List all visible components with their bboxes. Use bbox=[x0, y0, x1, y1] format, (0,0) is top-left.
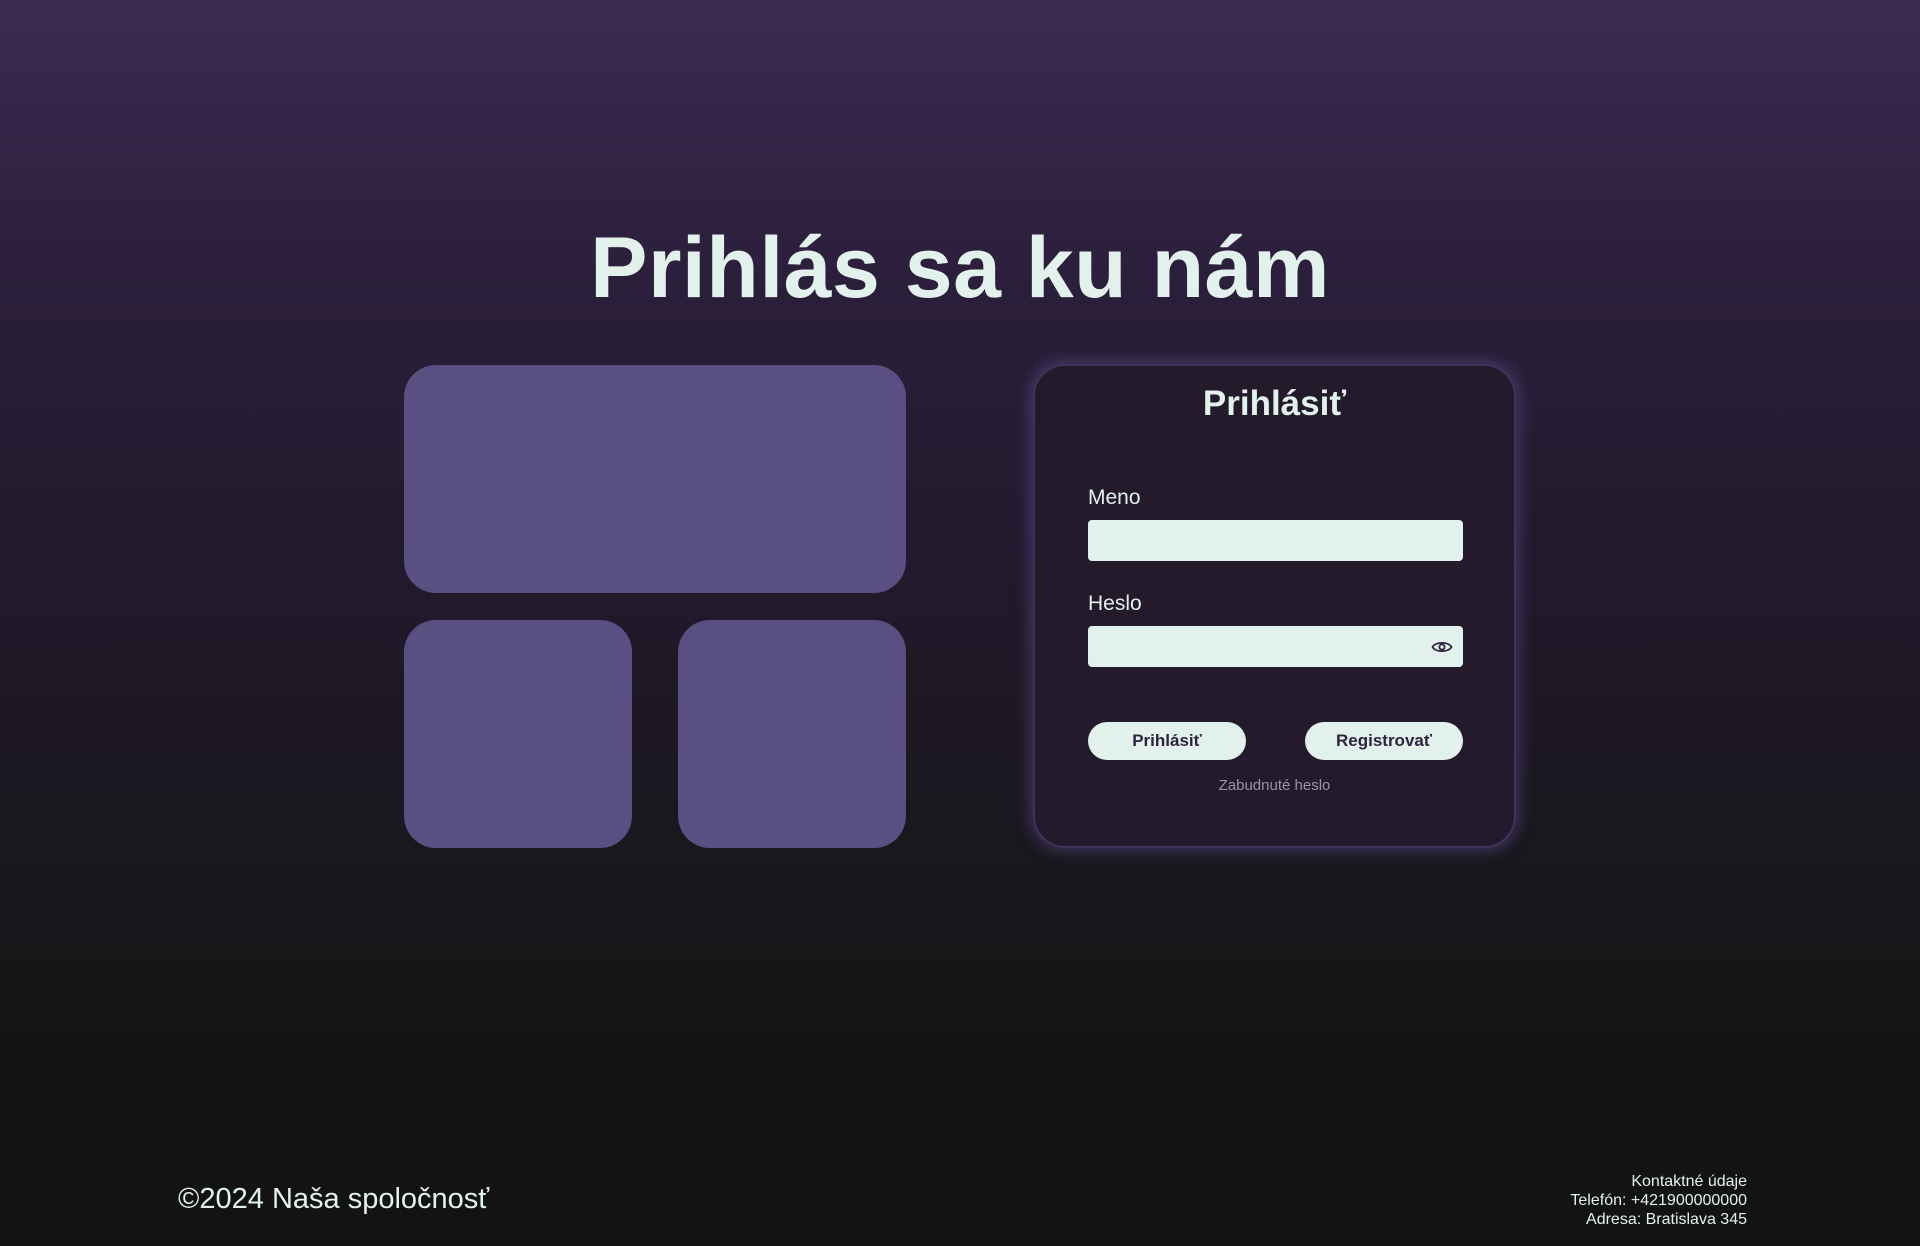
contact-address: Adresa: Bratislava 345 bbox=[1586, 1211, 1747, 1228]
contact-title: Kontaktné údaje bbox=[1631, 1173, 1747, 1190]
eye-icon-glyph bbox=[1431, 641, 1453, 653]
contact-phone: Telefón: +421900000000 bbox=[1570, 1192, 1747, 1209]
register-button[interactable]: Registrovať bbox=[1305, 722, 1463, 760]
password-input[interactable] bbox=[1088, 626, 1463, 667]
login-card-title: Prihlásiť bbox=[1202, 384, 1347, 423]
login-button[interactable]: Prihlásiť bbox=[1088, 722, 1246, 760]
password-label: Heslo bbox=[1088, 592, 1142, 615]
forgot-password-link[interactable]: Zabudnuté heslo bbox=[1035, 777, 1514, 794]
feature-tile-small-left bbox=[404, 620, 632, 848]
login-card: Prihlásiť Meno Heslo Prihlásiť Registrov… bbox=[1033, 364, 1516, 848]
feature-tile-small-right bbox=[678, 620, 906, 848]
footer-copyright: ©2024 Naša spoločnosť bbox=[178, 1183, 490, 1215]
name-label: Meno bbox=[1088, 486, 1141, 509]
name-input[interactable] bbox=[1088, 520, 1463, 561]
footer-contact: Kontaktné údaje Telefón: +421900000000 A… bbox=[1570, 1172, 1747, 1229]
feature-tile-large bbox=[404, 365, 906, 593]
page-title: Prihlás sa ku nám bbox=[590, 219, 1330, 316]
eye-icon[interactable] bbox=[1431, 638, 1453, 656]
